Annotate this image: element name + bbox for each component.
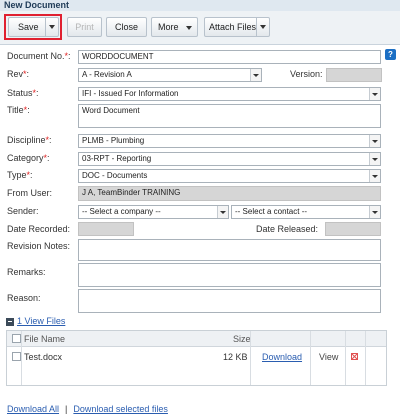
discipline-select-value: PLMB - Plumbing (82, 136, 145, 145)
reason-textarea[interactable] (78, 289, 381, 313)
date-released-label: Date Released: (256, 224, 319, 234)
delete-icon[interactable] (351, 353, 358, 360)
table-row: Test.docx 12 KB Download View (7, 349, 386, 365)
size-header: Size (233, 334, 251, 344)
rev-label-text: Rev (7, 69, 24, 79)
chevron-down-icon (253, 74, 259, 77)
chevron-down-icon (372, 175, 378, 178)
from-user-field: J A, TeamBinder TRAINING (78, 186, 381, 201)
rev-select[interactable]: A - Revision A (78, 68, 262, 82)
status-select-value: IFI - Issued For Information (82, 89, 179, 98)
view-files-link[interactable]: 1 View Files (17, 316, 65, 326)
dropdown-arrow[interactable] (369, 88, 380, 100)
help-icon[interactable]: ? (385, 49, 396, 60)
footer-links: Download All | Download selected files (7, 404, 168, 414)
chevron-down-icon (372, 211, 378, 214)
dropdown-arrow[interactable] (369, 153, 380, 165)
type-select-value: DOC - Documents (82, 171, 148, 180)
sender-company-value: -- Select a company -- (82, 207, 161, 216)
discipline-label: Discipline*: (7, 135, 52, 145)
chevron-down-icon (220, 211, 226, 214)
date-recorded-label: Date Recorded: (7, 224, 71, 234)
file-size-cell: 12 KB (223, 352, 248, 362)
revision-notes-label: Revision Notes: (7, 241, 71, 251)
status-label-text: Status (7, 88, 33, 98)
category-select-value: 03-RPT - Reporting (82, 154, 152, 163)
close-button[interactable]: Close (106, 17, 147, 37)
sender-contact-select[interactable]: -- Select a contact -- (231, 205, 381, 219)
rev-select-value: A - Revision A (82, 70, 132, 79)
chevron-down-icon (260, 25, 266, 29)
more-button[interactable]: More (151, 17, 198, 37)
files-table-header: File Name Size (7, 331, 386, 347)
sender-contact-value: -- Select a contact -- (235, 207, 308, 216)
attach-files-dropdown-toggle[interactable] (256, 18, 269, 36)
select-all-checkbox[interactable] (12, 334, 21, 343)
title-label-text: Title (7, 105, 24, 115)
dropdown-arrow[interactable] (369, 206, 380, 218)
label-colon: : (49, 135, 52, 145)
from-user-label: From User: (7, 188, 52, 198)
row-checkbox[interactable] (12, 352, 21, 361)
attach-files-button[interactable]: Attach Files (204, 17, 270, 37)
document-no-label-text: Document No. (7, 51, 65, 61)
version-label: Version: (290, 69, 323, 79)
status-label: Status*: (7, 88, 39, 98)
chevron-down-icon (186, 26, 192, 30)
discipline-select[interactable]: PLMB - Plumbing (78, 134, 381, 148)
category-label: Category*: (7, 153, 50, 163)
type-select[interactable]: DOC - Documents (78, 169, 381, 183)
dropdown-arrow[interactable] (369, 170, 380, 182)
dropdown-arrow[interactable] (217, 206, 228, 218)
document-no-label: Document No.*: (7, 51, 71, 61)
category-label-text: Category (7, 153, 44, 163)
label-colon: : (26, 69, 30, 79)
discipline-label-text: Discipline (7, 135, 46, 145)
document-no-field[interactable]: WORDDOCUMENT (78, 50, 381, 64)
date-released-field[interactable] (325, 222, 381, 236)
view-link[interactable]: View (319, 352, 338, 362)
chevron-down-icon (372, 140, 378, 143)
remarks-label: Remarks: (7, 267, 46, 277)
download-selected-link[interactable]: Download selected files (73, 404, 168, 414)
download-link[interactable]: Download (262, 352, 302, 362)
remarks-textarea[interactable] (78, 263, 381, 287)
label-colon: : (36, 88, 39, 98)
more-button-label: More (158, 22, 179, 32)
category-select[interactable]: 03-RPT - Reporting (78, 152, 381, 166)
sender-label: Sender: (7, 206, 39, 216)
collapse-icon[interactable] (6, 318, 14, 326)
label-colon: : (27, 105, 30, 115)
dropdown-arrow[interactable] (369, 135, 380, 147)
files-table: File Name Size Test.docx 12 KB Download … (6, 330, 387, 386)
date-recorded-field[interactable] (78, 222, 134, 236)
label-colon: : (68, 51, 71, 61)
type-label-text: Type (7, 170, 27, 180)
label-colon: : (30, 170, 33, 180)
label-colon: : (47, 153, 50, 163)
rev-label: Rev*: (7, 69, 29, 79)
title-textarea[interactable]: Word Document (78, 104, 381, 128)
chevron-down-icon (372, 158, 378, 161)
revision-notes-textarea[interactable] (78, 239, 381, 261)
window-title-bar: New Document (0, 0, 400, 11)
title-label: Title*: (7, 105, 30, 115)
attach-files-label: Attach Files (209, 22, 257, 32)
type-label: Type*: (7, 170, 33, 180)
status-select[interactable]: IFI - Issued For Information (78, 87, 381, 101)
file-name-cell: Test.docx (24, 352, 63, 362)
link-separator: | (65, 404, 68, 414)
print-button[interactable]: Print (67, 17, 102, 37)
dropdown-arrow[interactable] (250, 69, 261, 81)
file-name-header: File Name (24, 334, 66, 344)
save-button-highlight (4, 14, 62, 40)
chevron-down-icon (372, 93, 378, 96)
reason-label: Reason: (7, 293, 41, 303)
version-field (326, 68, 382, 82)
download-all-link[interactable]: Download All (7, 404, 59, 414)
window-title: New Document (4, 0, 70, 10)
sender-company-select[interactable]: -- Select a company -- (78, 205, 229, 219)
